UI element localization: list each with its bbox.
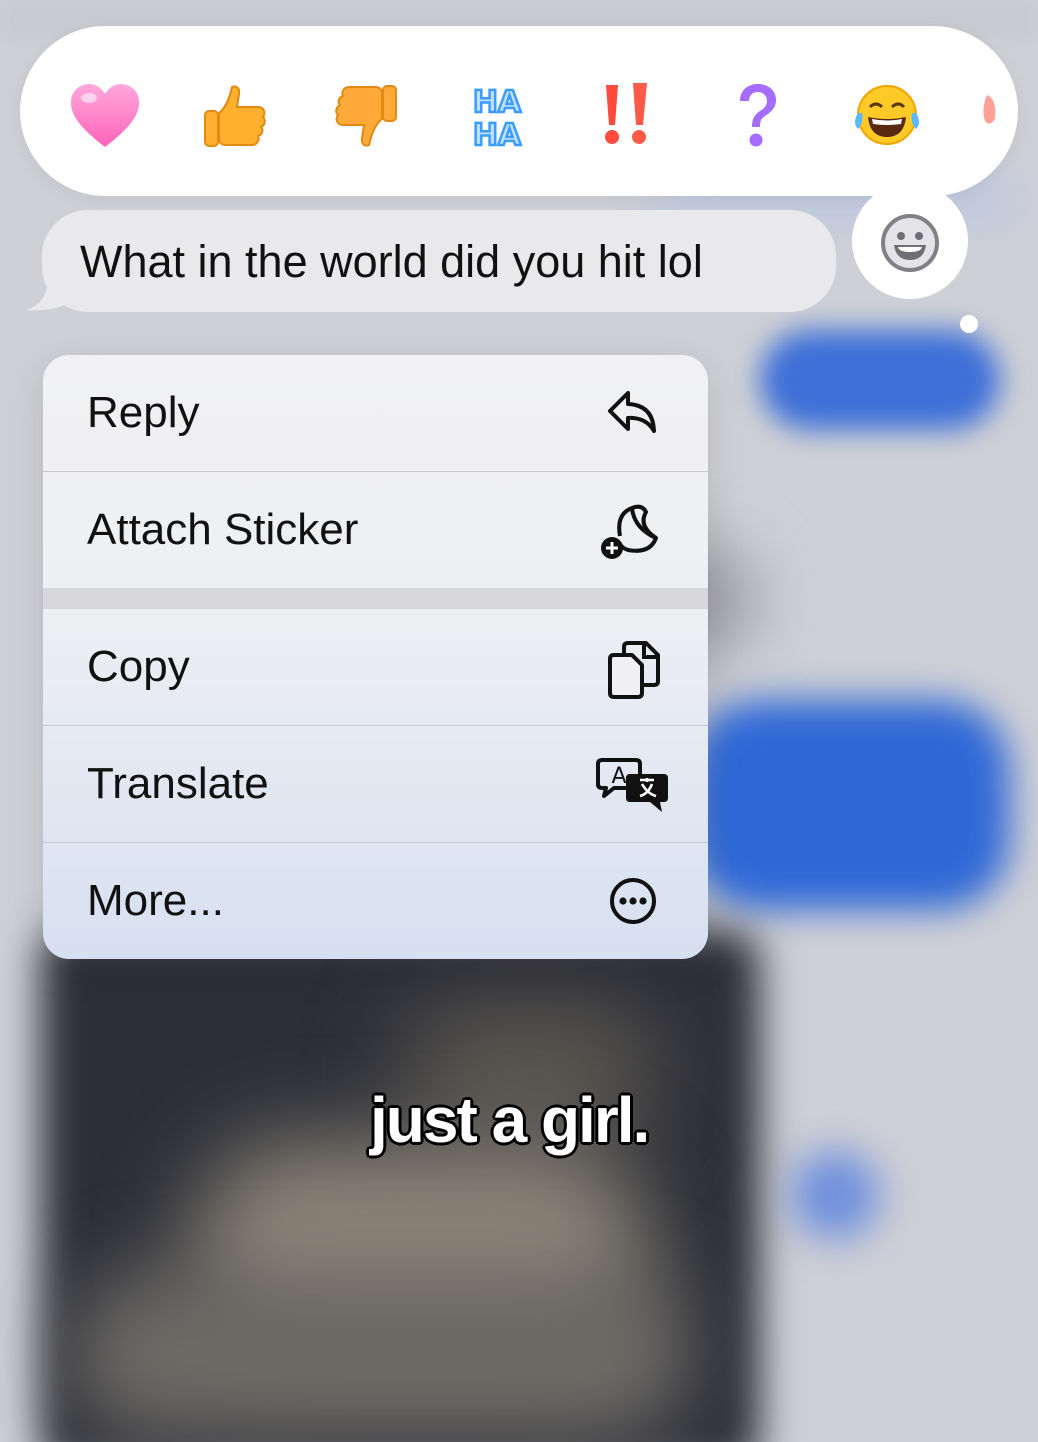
blurred-read-dot [790,1150,880,1240]
reaction-heart[interactable] [65,76,145,156]
haha-icon: HA HA [472,84,524,151]
reaction-question[interactable] [717,76,797,156]
menu-item-reply[interactable]: Reply [43,355,708,471]
sticker-add-icon [601,504,658,559]
message-text: What in the world did you hit lol [80,236,703,287]
copy-icon [608,641,660,699]
blurred-outgoing-bubble-large [690,700,1010,910]
smiley-add-icon [881,214,939,272]
thumbs-up-icon [204,85,266,147]
thumbs-down-icon [335,85,397,147]
reaction-partial-next[interactable] [975,76,1015,156]
reply-icon [608,391,656,433]
double-exclamation-icon [605,83,647,144]
heart-icon [71,84,139,147]
context-menu: Reply Attach Sticker Copy Translate A Mo… [43,355,708,959]
menu-item-label: More... [87,876,224,925]
tears-of-joy-icon [855,85,919,145]
reaction-emphasize[interactable] [587,76,667,156]
menu-item-attach-sticker[interactable]: Attach Sticker [43,472,708,588]
svg-text:A: A [611,764,626,789]
translate-icon: A [596,758,668,812]
more-ellipsis-icon [610,878,656,924]
reaction-bar: HA HA [20,26,1018,196]
menu-group-divider [43,588,708,609]
svg-text:HA: HA [473,118,522,151]
add-emoji-bubble-dot [960,315,978,333]
blurred-photo-detail [70,1270,690,1440]
menu-item-translate[interactable]: Translate A [43,726,708,842]
menu-item-label: Translate [87,759,269,808]
reaction-thumbs-down[interactable] [326,76,406,156]
add-emoji-button[interactable] [879,212,941,274]
reaction-haha[interactable]: HA HA [457,76,537,156]
menu-item-label: Copy [87,642,190,691]
menu-item-label: Reply [87,388,200,437]
menu-item-more[interactable]: More... [43,843,708,959]
menu-item-label: Attach Sticker [87,505,359,554]
question-mark-icon [740,84,776,147]
reaction-thumbs-up[interactable] [195,76,275,156]
reaction-laughing[interactable] [847,76,927,156]
video-caption: just a girl. [370,1084,650,1156]
partial-emoji-icon [983,95,996,124]
blurred-outgoing-bubble [760,330,1000,430]
svg-text:HA: HA [473,85,522,120]
menu-item-copy[interactable]: Copy [43,609,708,725]
